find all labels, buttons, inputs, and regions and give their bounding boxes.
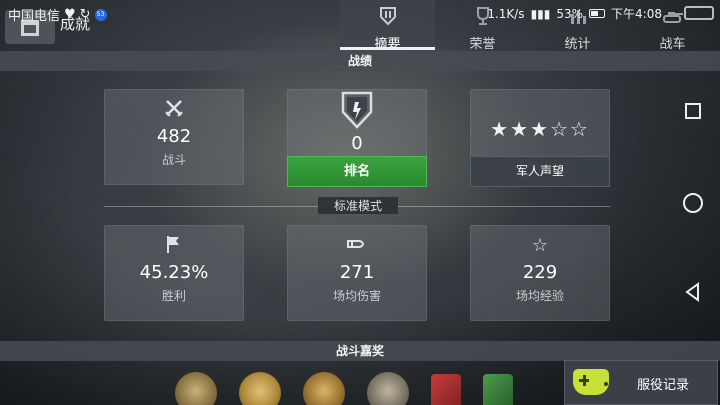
flag-icon (105, 234, 243, 258)
rank-value: 0 (351, 133, 363, 154)
rank-shield-icon (340, 90, 374, 130)
android-nav-bar (666, 0, 720, 405)
victories-label: 胜利 (161, 289, 186, 303)
tab-label: 荣誉 (469, 37, 496, 52)
medal-icon[interactable] (367, 372, 409, 405)
battles-label: 战斗 (161, 153, 186, 167)
avg-experience-label: 场均经验 (515, 289, 564, 303)
medal-icon[interactable] (175, 372, 217, 405)
avg-damage-label: 场均伤害 (332, 289, 381, 303)
reputation-stars: ★★★☆☆ (490, 117, 590, 141)
status-left: 中国电信 ♥ ↻ 53 (8, 5, 107, 24)
battles-card: 482 战斗 (104, 89, 244, 185)
heart-icon: ♥ (64, 7, 76, 22)
status-bar: 中国电信 ♥ ↻ 53 1.1K/s ▮▮▮ 53% 下午4:08 (0, 0, 720, 28)
tab-label: 摘要 (374, 37, 401, 52)
awards-section-header: 战斗嘉奖 (0, 341, 720, 361)
battles-count: 482 (156, 126, 192, 147)
clock: 下午4:08 (611, 7, 662, 21)
mode-label: 标准模式 (318, 197, 398, 214)
reputation-button[interactable]: 军人声望 (470, 156, 610, 187)
avg-damage-card: 271 场均伤害 (287, 225, 427, 321)
victories-value: 45.23% (139, 262, 209, 283)
reputation-card: ★★★☆☆ 军人声望 (470, 89, 610, 187)
avg-experience-card: ☆ 229 场均经验 (470, 225, 610, 321)
medals-row (175, 372, 513, 405)
star-outline-icon: ☆ (531, 235, 549, 256)
battery-percent: 53% (556, 6, 584, 21)
crossed-swords-icon (105, 98, 243, 122)
gamepad-icon (573, 369, 609, 395)
carrier-name: 中国电信 (8, 9, 61, 24)
medal-icon[interactable] (431, 374, 461, 405)
battery-icon (589, 9, 606, 18)
tank-icon (684, 6, 714, 20)
record-section-header: 战绩 (0, 51, 720, 71)
avg-experience-value: 229 (522, 262, 558, 283)
status-right: 1.1K/s ▮▮▮ 53% 下午4:08 (487, 5, 662, 22)
medal-icon[interactable] (239, 372, 281, 405)
avg-damage-value: 271 (339, 262, 375, 283)
network-speed: 1.1K/s (487, 6, 525, 21)
rank-card: 0 排名 (287, 89, 427, 187)
tab-label: 统计 (564, 37, 591, 52)
victories-card: 45.23% 胜利 (104, 225, 244, 321)
signal-icon: ▮▮▮ (530, 6, 551, 21)
recents-button[interactable] (685, 103, 701, 119)
notification-badge: 53 (94, 8, 107, 21)
back-button[interactable] (683, 282, 703, 302)
shell-icon (288, 234, 426, 258)
medal-icon[interactable] (303, 372, 345, 405)
rank-button[interactable]: 排名 (287, 156, 427, 187)
sync-icon: ↻ (79, 7, 91, 22)
medal-icon[interactable] (483, 374, 513, 405)
home-button[interactable] (683, 193, 703, 213)
